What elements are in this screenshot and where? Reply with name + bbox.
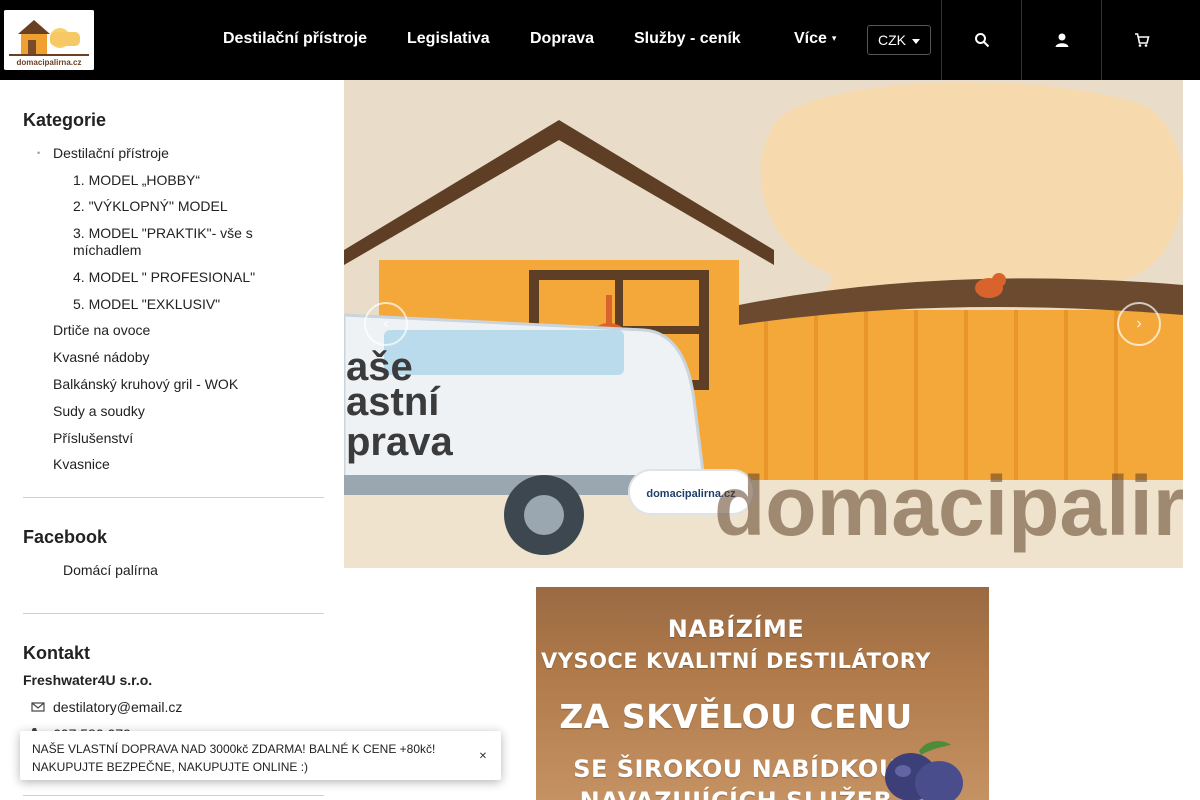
- currency-value: CZK: [878, 32, 906, 48]
- nav-vice[interactable]: Více ▾: [794, 30, 836, 48]
- sidebar-divider: [23, 497, 324, 498]
- banner-line-2: VYSOCE KVALITNÍ DESTILÁTORY: [540, 649, 932, 673]
- category-sudy-a-soudky[interactable]: Sudy a soudky: [53, 403, 145, 419]
- site-logo[interactable]: domacipalirna.cz: [4, 10, 94, 70]
- subcategory-model-praktik-line2: míchadlem: [73, 242, 142, 258]
- subcategory-model-hobby[interactable]: 1. MODEL „HOBBY“: [73, 172, 200, 188]
- envelope-icon: [31, 702, 45, 712]
- shipping-notice: NAŠE VLASTNÍ DOPRAVA NAD 3000kč ZDARMA! …: [20, 731, 501, 780]
- chevron-left-icon: ‹: [383, 315, 389, 332]
- subcategory-model-exklusiv[interactable]: 5. MODEL "EXKLUSIV": [73, 296, 220, 312]
- category-destilacni-pristroje[interactable]: Destilační přístroje: [53, 145, 169, 161]
- nav-sluzby-cenik[interactable]: Služby - ceník: [634, 30, 741, 48]
- category-prislusenstvi[interactable]: Příslušenství: [53, 430, 133, 446]
- slide-text-line2: astní: [346, 380, 441, 424]
- cart-button[interactable]: [1101, 0, 1181, 80]
- account-button[interactable]: [1021, 0, 1101, 80]
- nav-legislativa[interactable]: Legislativa: [407, 30, 490, 48]
- subcategory-model-praktik-line1: 3. MODEL "PRAKTIK"- vše s: [73, 225, 253, 241]
- facebook-page-link[interactable]: Domácí palírna: [63, 562, 158, 578]
- caret-down-icon: [912, 39, 920, 44]
- currency-select[interactable]: CZK: [867, 25, 931, 55]
- category-drtice-na-ovoce[interactable]: Drtiče na ovoce: [53, 322, 150, 338]
- notice-text: NAŠE VLASTNÍ DOPRAVA NAD 3000kč ZDARMA! …: [32, 740, 452, 776]
- hero-slider[interactable]: domacipalirna.cz domacipalirna.cz aše as…: [344, 80, 1183, 568]
- search-icon: [974, 33, 989, 48]
- chevron-down-icon: ▾: [831, 33, 837, 44]
- close-icon: ✕: [478, 750, 488, 762]
- category-kvasne-nadoby[interactable]: Kvasné nádoby: [53, 349, 150, 365]
- category-balkansky-gril[interactable]: Balkánský kruhový gril - WOK: [53, 376, 238, 392]
- nav-destilacni-pristroje[interactable]: Destilační přístroje: [223, 30, 367, 48]
- notice-line-2: NAKUPUJTE BEZPEČNE, NAKUPUJTE ONLINE :): [32, 760, 309, 774]
- subcategory-model-vyklopny[interactable]: 2. "VÝKLOPNÝ" MODEL: [73, 198, 228, 214]
- subcategory-model-profesional[interactable]: 4. MODEL " PROFESIONAL": [73, 269, 255, 285]
- bullet-icon: •: [37, 148, 41, 158]
- nav-vice-label: Více: [794, 30, 827, 47]
- search-button[interactable]: [941, 0, 1021, 80]
- company-name: Freshwater4U s.r.o.: [23, 672, 153, 688]
- contact-title: Kontakt: [23, 643, 90, 663]
- notice-close-button[interactable]: ✕: [475, 748, 491, 764]
- nav-doprava[interactable]: Doprava: [530, 30, 594, 48]
- banner-line-3: ZA SKVĚLOU CENU: [559, 697, 913, 736]
- slider-prev-button[interactable]: ‹: [364, 302, 408, 346]
- facebook-title: Facebook: [23, 527, 108, 547]
- subcategory-model-praktik[interactable]: 3. MODEL "PRAKTIK"- vše s míchadlem: [73, 225, 253, 258]
- slider-next-button[interactable]: ›: [1117, 302, 1161, 346]
- slider-watermark: domacipalirna.cz: [714, 459, 1183, 553]
- banner-line-1: NABÍZÍME: [667, 615, 805, 643]
- user-icon: [1055, 33, 1068, 47]
- plums-image: [885, 741, 963, 800]
- site-header: domacipalirna.cz Destilační přístroje Le…: [0, 0, 1200, 80]
- category-kvasnice[interactable]: Kvasnice: [53, 456, 110, 472]
- categories-title: Kategorie: [23, 110, 107, 130]
- logo-graphic: domacipalirna.cz: [4, 10, 94, 70]
- slide-text-line3: prava: [346, 420, 453, 464]
- sidebar-divider: [23, 795, 324, 796]
- sidebar-divider: [23, 613, 324, 614]
- chevron-right-icon: ›: [1136, 315, 1142, 332]
- logo-text: domacipalirna.cz: [17, 58, 82, 67]
- cart-icon: [1134, 33, 1150, 47]
- promo-banner[interactable]: NABÍZÍME VYSOCE KVALITNÍ DESTILÁTORY ZA …: [536, 587, 989, 800]
- contact-email[interactable]: destilatory@email.cz: [53, 699, 182, 715]
- notice-line-1: NAŠE VLASTNÍ DOPRAVA NAD 3000kč ZDARMA! …: [32, 742, 436, 756]
- hero-slide-image: domacipalirna.cz domacipalirna.cz aše as…: [344, 80, 1183, 568]
